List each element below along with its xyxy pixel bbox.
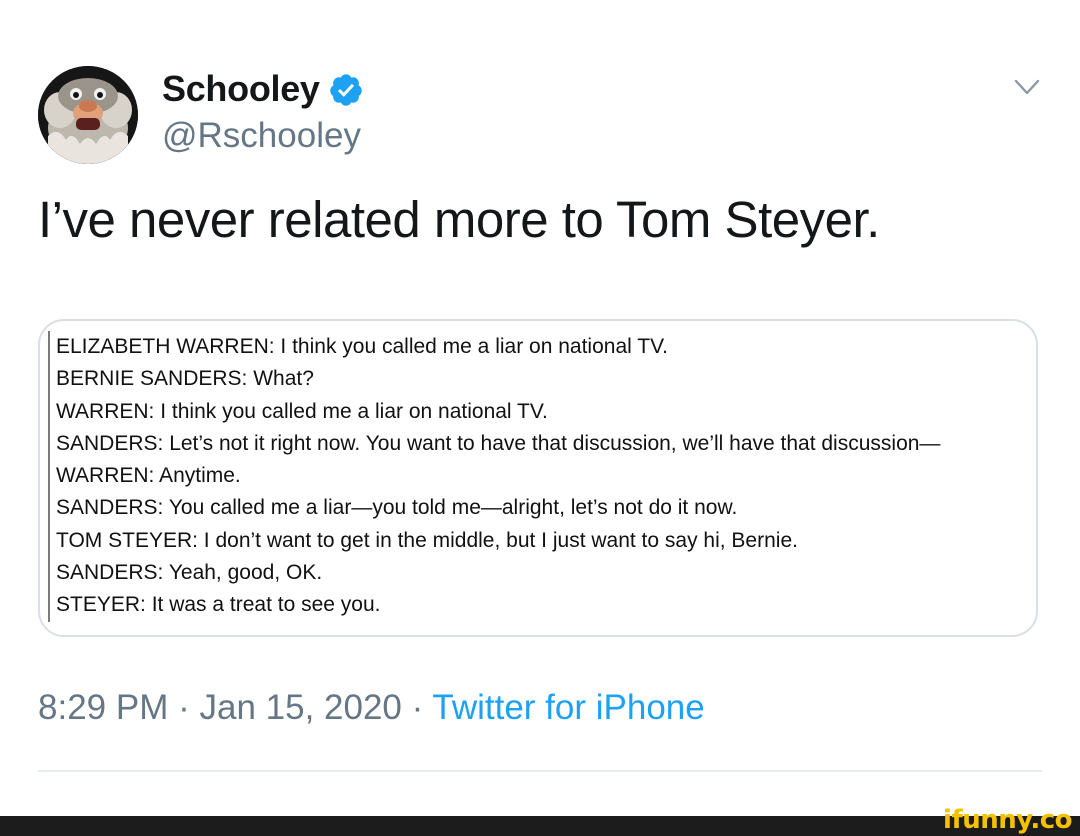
tweet-time[interactable]: 8:29 PM <box>38 688 168 727</box>
transcript-text-block: ELIZABETH WARREN: I think you called me … <box>48 331 940 622</box>
verified-badge-icon <box>328 72 364 108</box>
author-display-name[interactable]: Schooley <box>162 68 364 110</box>
avatar[interactable] <box>38 66 138 164</box>
meta-separator: · <box>178 688 190 727</box>
tweet-source-link[interactable]: Twitter for iPhone <box>432 688 704 727</box>
tweet-date[interactable]: Jan 15, 2020 <box>199 688 401 727</box>
transcript-line: WARREN: I think you called me a liar on … <box>56 399 548 423</box>
transcript-line: BERNIE SANDERS: What? <box>56 367 314 391</box>
transcript-line: ELIZABETH WARREN: I think you called me … <box>56 335 668 358</box>
transcript-line: SANDERS: Yeah, good, OK. <box>56 561 323 585</box>
divider <box>38 770 1042 772</box>
muppet-avatar-icon <box>38 66 138 164</box>
author-handle[interactable]: @Rschooley <box>162 116 361 156</box>
transcript-line: SANDERS: Let’s not it right now. You wan… <box>56 431 941 455</box>
transcript-line: WARREN: Anytime. <box>56 464 241 488</box>
footer-bar <box>0 816 1080 836</box>
display-name-text: Schooley <box>162 68 320 109</box>
transcript-line: STEYER: It was a treat to see you. <box>56 593 381 617</box>
transcript-line: SANDERS: You called me a liar—you told m… <box>56 496 738 520</box>
transcript-line: TOM STEYER: I don’t want to get in the m… <box>56 528 798 552</box>
tweet-metadata: 8:29 PM · Jan 15, 2020 · Twitter for iPh… <box>38 688 705 728</box>
chevron-down-icon[interactable] <box>1010 70 1044 104</box>
tweet-media-card[interactable]: ELIZABETH WARREN: I think you called me … <box>38 319 1038 637</box>
meta-separator: · <box>411 688 424 727</box>
tweet-text: I’ve never related more to Tom Steyer. <box>38 191 880 248</box>
watermark-logo: ifunny.co <box>943 805 1072 835</box>
